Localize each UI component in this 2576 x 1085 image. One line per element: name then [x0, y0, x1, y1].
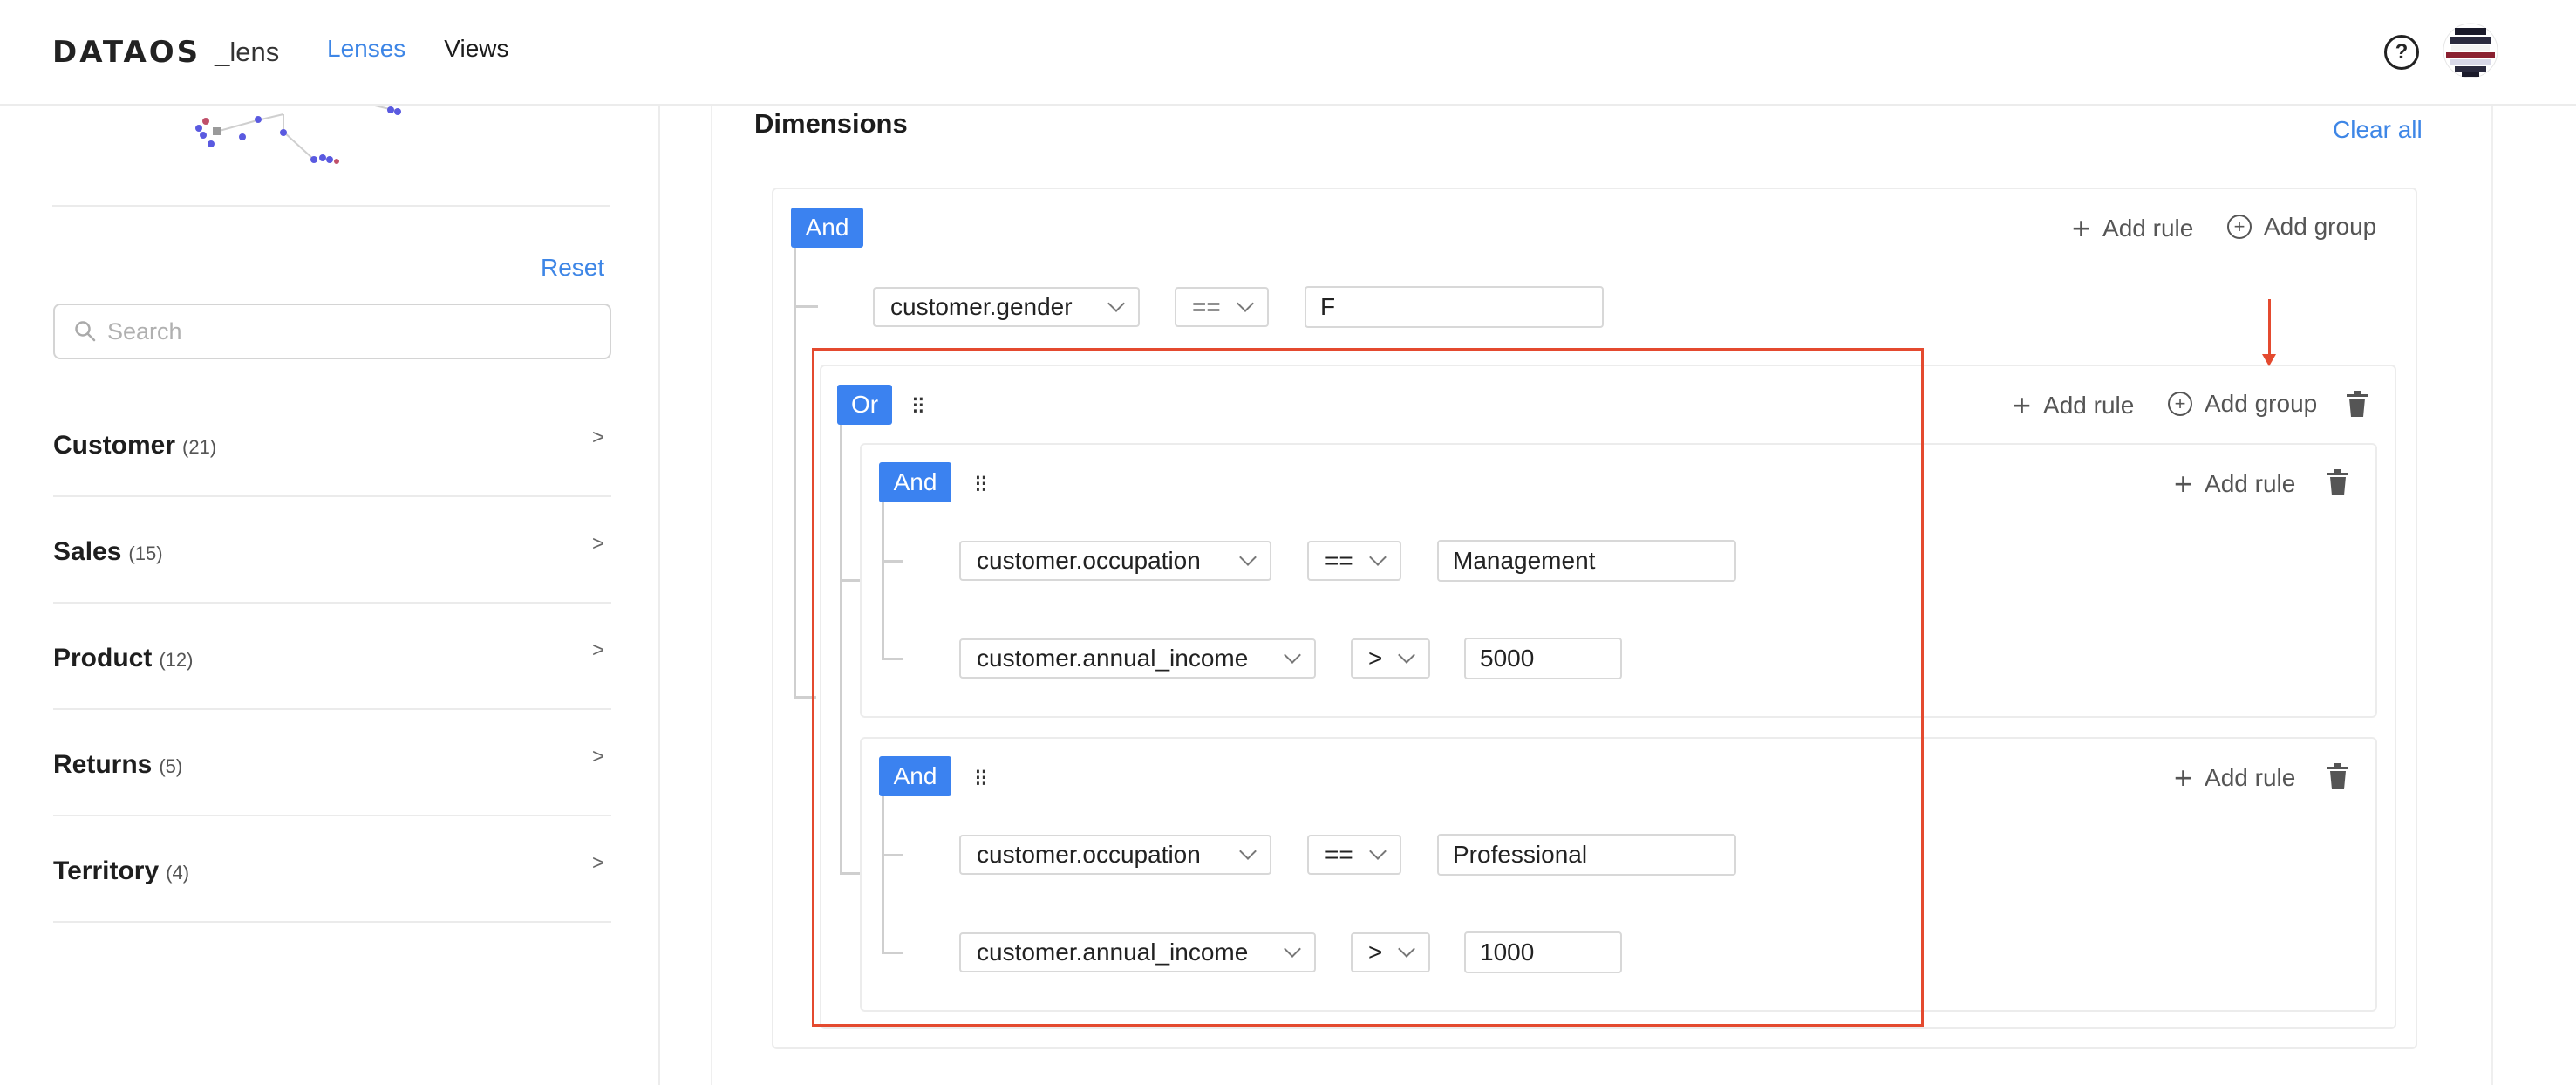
category-count: (12) — [159, 649, 194, 671]
plus-icon: + — [2072, 210, 2091, 246]
category-customer[interactable]: Customer (21) > — [53, 391, 611, 497]
nav-views[interactable]: Views — [444, 35, 508, 63]
category-label: Returns (5) — [53, 750, 182, 780]
plus-circle-icon: + — [2227, 215, 2252, 239]
category-name: Returns — [53, 750, 153, 779]
root-combinator-toggle[interactable]: And — [791, 208, 863, 248]
tree-connector — [794, 248, 796, 698]
add-group-label: Add group — [2264, 213, 2377, 240]
rule-field-select[interactable]: customer.gender — [873, 287, 1140, 327]
category-returns[interactable]: Returns (5) > — [53, 710, 611, 816]
category-name: Product — [53, 644, 153, 672]
trash-icon[interactable] — [2326, 763, 2350, 789]
trash-icon[interactable] — [2345, 391, 2369, 417]
sidebar: Reset Customer (21) > Sales (15) > Product… — [0, 106, 660, 1085]
dataos-lens-logo[interactable]: DATAOS _lens — [52, 33, 279, 72]
plus-icon: + — [2174, 466, 2193, 502]
avatar-image — [2443, 23, 2498, 78]
chevron-right-icon: > — [591, 851, 604, 875]
or-add-rule-button[interactable]: + Add rule — [2013, 390, 2134, 421]
sidebar-divider — [52, 205, 610, 207]
plus-icon: + — [2174, 760, 2193, 795]
category-product[interactable]: Product (12) > — [53, 604, 611, 710]
avatar[interactable] — [2443, 23, 2498, 78]
category-label: Product (12) — [53, 644, 193, 673]
top-nav: Lenses Views — [327, 35, 508, 63]
annotation-arrow — [2268, 299, 2271, 358]
chevron-right-icon: > — [591, 638, 604, 662]
main-panel-border-right — [2491, 106, 2493, 1085]
select-value: == — [1192, 293, 1221, 320]
search-input[interactable] — [107, 317, 596, 345]
select-value: customer.gender — [890, 293, 1073, 320]
search-field[interactable] — [53, 304, 611, 359]
category-count: (5) — [159, 755, 183, 777]
tree-connector — [794, 305, 818, 308]
category-name: Customer — [53, 431, 176, 460]
add-rule-label: Add rule — [2205, 470, 2296, 497]
subgroup-2-add-rule-button[interactable]: + Add rule — [2174, 762, 2295, 794]
nav-lenses[interactable]: Lenses — [327, 35, 405, 63]
chevron-right-icon: > — [591, 426, 604, 449]
chevron-right-icon: > — [591, 745, 604, 768]
add-group-label: Add group — [2205, 390, 2318, 417]
category-sales[interactable]: Sales (15) > — [53, 497, 611, 604]
annotation-arrow-head — [2262, 354, 2276, 366]
chevron-down-icon — [1107, 295, 1125, 312]
chevron-right-icon: > — [591, 532, 604, 556]
category-label: Customer (21) — [53, 431, 216, 461]
help-icon[interactable]: ? — [2384, 35, 2419, 70]
logo-product: _lens — [215, 37, 280, 67]
subgroup-1-add-rule-button[interactable]: + Add rule — [2174, 468, 2295, 500]
clear-all-link[interactable]: Clear all — [2333, 116, 2423, 144]
category-count: (21) — [182, 436, 217, 458]
rule-operator-select[interactable]: == — [1175, 287, 1269, 327]
reset-link[interactable]: Reset — [541, 254, 604, 282]
add-rule-label: Add rule — [2043, 392, 2135, 419]
dimensions-title: Dimensions — [754, 108, 908, 139]
or-add-group-button[interactable]: + Add group — [2168, 390, 2317, 418]
annotation-highlight-box — [812, 348, 1924, 1027]
category-label: Territory (4) — [53, 856, 189, 886]
chevron-down-icon — [1237, 295, 1254, 312]
search-icon — [75, 321, 96, 342]
category-name: Territory — [53, 856, 160, 885]
category-label: Sales (15) — [53, 537, 163, 567]
lens-graph-preview[interactable] — [174, 106, 419, 175]
category-count: (15) — [128, 542, 163, 564]
category-name: Sales — [53, 537, 122, 566]
category-territory[interactable]: Territory (4) > — [53, 816, 611, 923]
add-rule-label: Add rule — [2102, 215, 2194, 242]
logo-brand: DATAOS — [52, 35, 201, 70]
category-count: (4) — [166, 862, 190, 884]
root-add-group-button[interactable]: + Add group — [2227, 213, 2376, 241]
plus-icon: + — [2013, 387, 2032, 423]
main-panel-border-left — [711, 106, 712, 1085]
top-header: DATAOS _lens Lenses Views ? — [0, 0, 2576, 106]
root-add-rule-button[interactable]: + Add rule — [2072, 213, 2193, 244]
add-rule-label: Add rule — [2205, 764, 2296, 791]
trash-icon[interactable] — [2326, 469, 2350, 495]
rule-value-input[interactable]: F — [1305, 286, 1604, 328]
plus-circle-icon: + — [2168, 392, 2192, 416]
